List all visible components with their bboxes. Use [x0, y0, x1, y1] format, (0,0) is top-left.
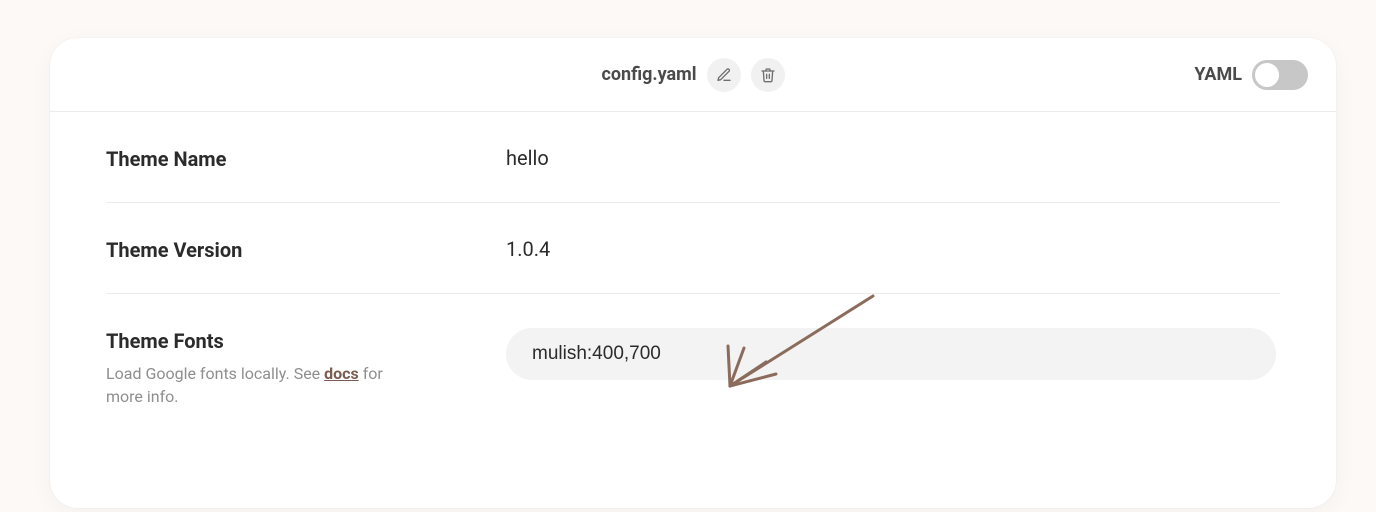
theme-name-value: hello: [506, 146, 549, 170]
value-col: hello: [506, 146, 1280, 170]
row-theme-version: Theme Version 1.0.4: [106, 203, 1280, 294]
desc-pre: Load Google fonts locally. See: [106, 364, 324, 383]
row-theme-fonts: Theme Fonts Load Google fonts locally. S…: [106, 294, 1280, 438]
docs-link[interactable]: docs: [324, 364, 359, 383]
config-body: Theme Name hello Theme Version 1.0.4 The…: [50, 112, 1336, 438]
label-col: Theme Version: [106, 237, 506, 263]
label-col: Theme Name: [106, 146, 506, 172]
theme-name-label: Theme Name: [106, 146, 506, 172]
yaml-toggle[interactable]: [1252, 60, 1308, 90]
file-title: config.yaml: [601, 64, 696, 85]
value-col: [506, 328, 1280, 380]
theme-version-label: Theme Version: [106, 237, 506, 263]
yaml-toggle-label: YAML: [1194, 64, 1242, 85]
header-center: config.yaml: [601, 58, 784, 92]
header-right: YAML: [785, 60, 1308, 90]
pencil-icon: [716, 67, 732, 83]
config-card: config.yaml YAML Theme Name: [50, 38, 1336, 508]
toggle-knob: [1255, 63, 1279, 87]
header-bar: config.yaml YAML: [50, 38, 1336, 112]
value-col: 1.0.4: [506, 237, 1280, 261]
label-col: Theme Fonts Load Google fonts locally. S…: [106, 328, 506, 408]
theme-fonts-label: Theme Fonts: [106, 328, 506, 354]
trash-icon: [760, 67, 776, 83]
theme-version-value: 1.0.4: [506, 237, 550, 261]
theme-fonts-input[interactable]: [506, 328, 1276, 380]
edit-button[interactable]: [707, 58, 741, 92]
theme-fonts-description: Load Google fonts locally. See docs for …: [106, 362, 406, 408]
delete-button[interactable]: [751, 58, 785, 92]
row-theme-name: Theme Name hello: [106, 112, 1280, 203]
